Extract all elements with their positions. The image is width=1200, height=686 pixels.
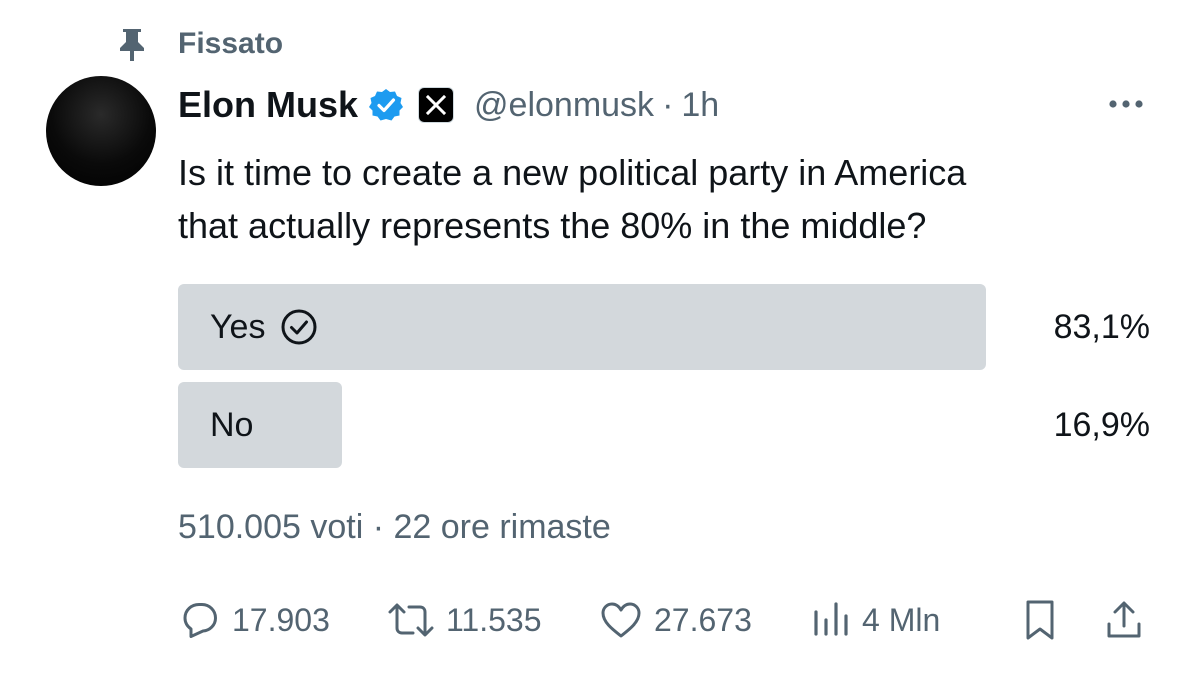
repost-count: 11.535 (446, 601, 542, 638)
pin-icon (112, 24, 152, 64)
pinned-indicator: Fissato (112, 24, 283, 64)
views-count: 4 Mln (862, 601, 941, 638)
poll-option-label: Yes (210, 284, 319, 370)
tweet-text-line: Is it time to create a new political par… (178, 152, 967, 193)
tweet-time[interactable]: 1h (681, 86, 719, 125)
tweet-text-line: that actually represents the 80% in the … (178, 205, 927, 246)
more-icon[interactable] (1104, 86, 1148, 122)
poll-bar (178, 382, 342, 468)
check-circle-icon (279, 307, 319, 347)
tweet-card[interactable]: Fissato Elon Musk @elonmusk · 1h Is it t… (0, 0, 1200, 686)
share-icon (1107, 601, 1141, 638)
verified-icon[interactable] (368, 87, 404, 123)
header-separator: · (662, 85, 674, 124)
poll-option-percent: 83,1% (1053, 307, 1150, 346)
repost-button[interactable]: 11.535 (386, 590, 542, 650)
views-icon (814, 602, 848, 636)
poll: Yes 83,1% No 16,9% (178, 284, 1150, 480)
pinned-label: Fissato (178, 27, 284, 60)
like-count: 27.673 (654, 601, 752, 638)
poll-option-no[interactable]: No 16,9% (178, 382, 1150, 468)
reply-button[interactable]: 17.903 (178, 590, 330, 650)
reply-icon (183, 603, 217, 638)
poll-meta: 510.005 voti · 22 ore rimaste (178, 508, 611, 546)
avatar[interactable] (46, 76, 156, 186)
x-logo-icon[interactable] (418, 87, 455, 123)
poll-option-yes[interactable]: Yes 83,1% (178, 284, 1150, 370)
views-button[interactable]: 4 Mln (808, 590, 940, 650)
like-icon (601, 602, 641, 638)
tweet-header: Elon Musk @elonmusk · 1h (178, 80, 719, 130)
bookmark-button[interactable] (1020, 590, 1060, 650)
author-handle[interactable]: @elonmusk (474, 86, 654, 125)
poll-option-label: No (210, 382, 253, 468)
poll-option-text: No (210, 405, 254, 444)
like-button[interactable]: 27.673 (598, 590, 752, 650)
poll-option-percent: 16,9% (1053, 405, 1150, 444)
repost-icon (388, 603, 434, 637)
share-button[interactable] (1104, 590, 1144, 650)
bookmark-icon (1026, 600, 1054, 640)
author-name[interactable]: Elon Musk (178, 84, 358, 126)
action-bar: 17.903 11.535 27.673 4 Mln (178, 590, 1150, 650)
reply-count: 17.903 (232, 601, 330, 638)
poll-option-text: Yes (210, 307, 266, 346)
tweet-text: Is it time to create a new political par… (178, 146, 1138, 252)
